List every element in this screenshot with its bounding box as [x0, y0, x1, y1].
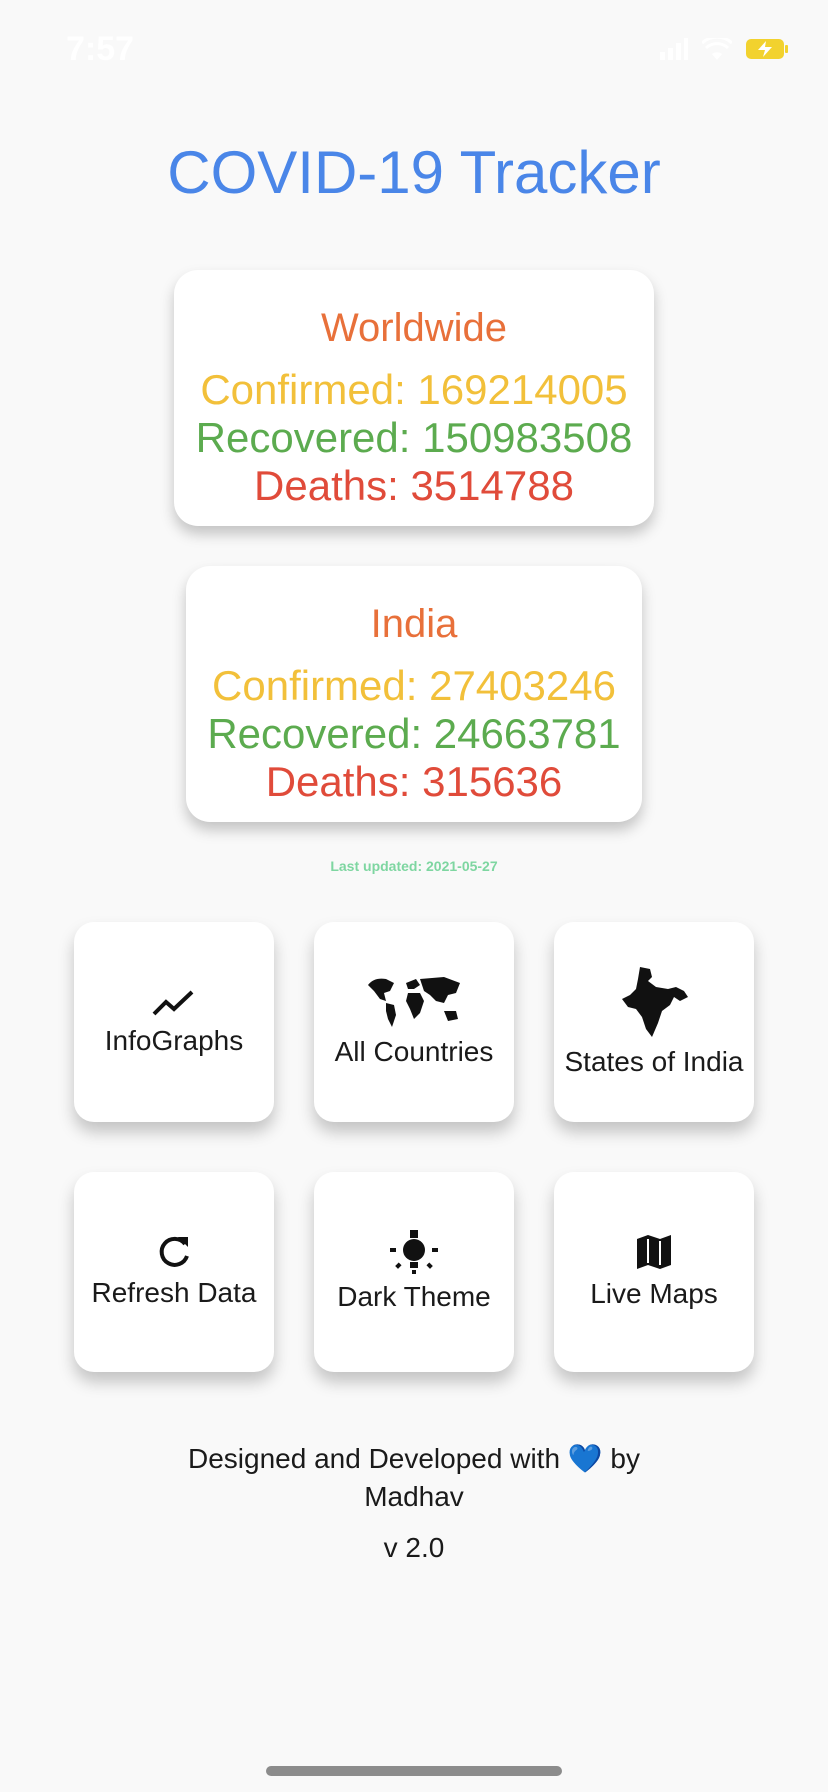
refresh-data-button[interactable]: Refresh Data [74, 1172, 274, 1372]
refresh-data-label: Refresh Data [91, 1277, 257, 1308]
lightbulb-icon [390, 1230, 438, 1274]
infographs-button[interactable]: InfoGraphs [74, 922, 274, 1122]
india-recovered: Recovered: 24663781 [207, 710, 621, 757]
india-deaths: Deaths: 315636 [265, 758, 563, 805]
refresh-icon [156, 1234, 192, 1270]
worldwide-card: Worldwide Confirmed: 169214005 Recovered… [174, 270, 654, 526]
world-map-icon [364, 975, 464, 1029]
version-label: v 2.0 [383, 1532, 445, 1563]
live-maps-label: Live Maps [590, 1278, 718, 1309]
india-region-label: India [370, 602, 458, 646]
status-time: 7:57 [66, 30, 135, 68]
footer-credits: Designed and Developed with 💙 by Madhav [0, 1440, 828, 1516]
worldwide-recovered: Recovered: 150983508 [195, 414, 633, 461]
status-icons [660, 35, 788, 65]
last-updated-text: Last updated: 2021-05-27 [330, 858, 498, 874]
worldwide-region-label: Worldwide [321, 306, 507, 350]
home-indicator[interactable] [266, 1766, 562, 1776]
status-bar: 7:57 [0, 0, 828, 100]
states-of-india-button[interactable]: States of India [554, 922, 754, 1122]
india-card: India Confirmed: 27403246 Recovered: 246… [186, 566, 642, 822]
worldwide-confirmed: Confirmed: 169214005 [200, 366, 628, 413]
battery-icon [746, 39, 788, 64]
trending-chart-icon [152, 986, 196, 1018]
all-countries-label: All Countries [334, 1036, 494, 1067]
worldwide-deaths: Deaths: 3514788 [254, 462, 574, 509]
wifi-icon [700, 35, 734, 65]
signal-icon [660, 38, 688, 65]
dark-theme-label: Dark Theme [337, 1281, 491, 1312]
infographs-label: InfoGraphs [104, 1025, 244, 1056]
states-of-india-label: States of India [564, 1046, 744, 1077]
footer-text: Designed and Developed with 💙 by Madhav [187, 1443, 641, 1512]
live-maps-button[interactable]: Live Maps [554, 1172, 754, 1372]
india-confirmed: Confirmed: 27403246 [212, 662, 616, 709]
india-map-icon [618, 965, 690, 1039]
map-icon [635, 1233, 673, 1271]
dark-theme-button[interactable]: Dark Theme [314, 1172, 514, 1372]
app-title: COVID-19 Tracker [167, 139, 661, 206]
all-countries-button[interactable]: All Countries [314, 922, 514, 1122]
